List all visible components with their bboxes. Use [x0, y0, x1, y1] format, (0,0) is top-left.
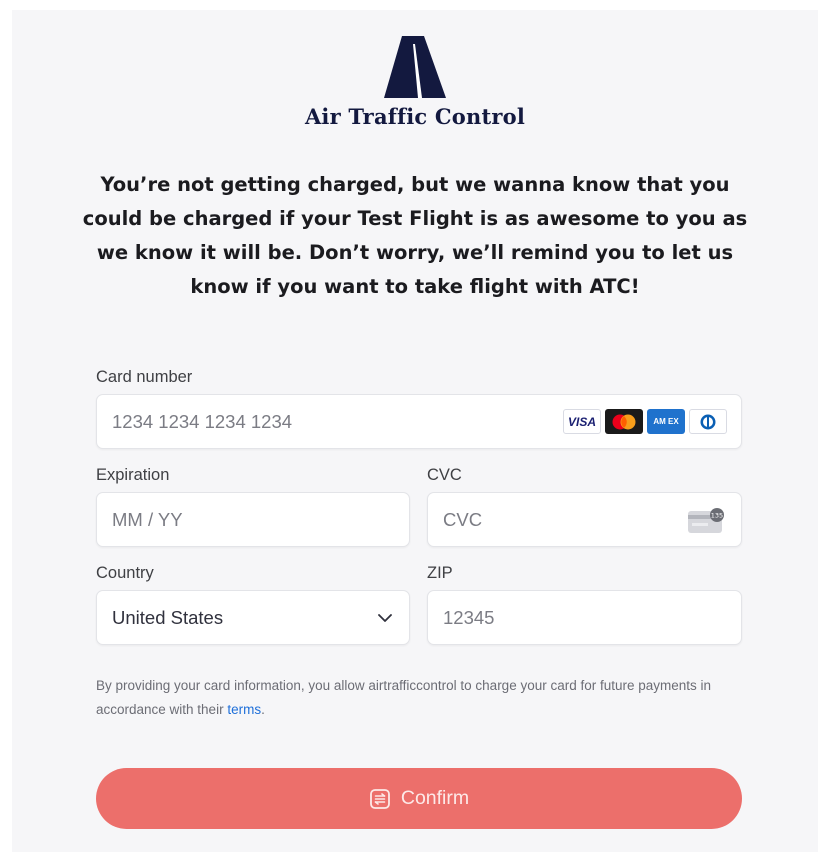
cvc-label: CVC: [427, 466, 462, 484]
amex-icon: AM EX: [647, 409, 685, 434]
page-headline: You’re not getting charged, but we wanna…: [82, 173, 748, 298]
cvc-placeholder: CVC: [443, 508, 483, 530]
mastercard-icon: [605, 409, 643, 434]
confirm-button[interactable]: Confirm: [96, 768, 742, 829]
brand-name: Air Traffic Control: [304, 104, 526, 129]
card-number-field[interactable]: 1234 1234 1234 1234 VISA AM EX: [96, 394, 742, 449]
card-brands: VISA AM EX: [563, 409, 727, 434]
cvc-icon-digits: 135: [711, 512, 723, 520]
zip-label: ZIP: [427, 564, 453, 582]
terms-link[interactable]: terms: [227, 702, 261, 717]
country-value: United States: [112, 606, 224, 628]
cvc-card-icon: 135: [688, 508, 724, 533]
receipt-icon: [369, 788, 390, 809]
expiration-label: Expiration: [96, 466, 170, 484]
authorization-notice: By providing your card information, you …: [96, 674, 736, 722]
chevron-down-icon: [378, 613, 392, 622]
payment-panel: Air Traffic Control You’re not getting c…: [12, 10, 818, 852]
country-select[interactable]: United States: [96, 590, 410, 645]
confirm-label: Confirm: [400, 787, 470, 809]
visa-icon: VISA: [563, 409, 601, 434]
card-number-label: Card number: [96, 368, 193, 386]
diners-icon: [689, 409, 727, 434]
card-number-placeholder: 1234 1234 1234 1234: [112, 410, 293, 432]
zip-field[interactable]: 12345: [427, 590, 742, 645]
cvc-field[interactable]: CVC 135: [427, 492, 742, 547]
notice-end: .: [261, 702, 265, 717]
expiration-field[interactable]: MM / YY: [96, 492, 410, 547]
brand-header: Air Traffic Control: [12, 34, 818, 129]
atc-logo-icon: [384, 36, 446, 98]
notice-text: By providing your card information, you …: [96, 678, 712, 717]
country-label: Country: [96, 564, 154, 582]
zip-placeholder: 12345: [443, 606, 495, 628]
expiration-placeholder: MM / YY: [112, 508, 183, 530]
